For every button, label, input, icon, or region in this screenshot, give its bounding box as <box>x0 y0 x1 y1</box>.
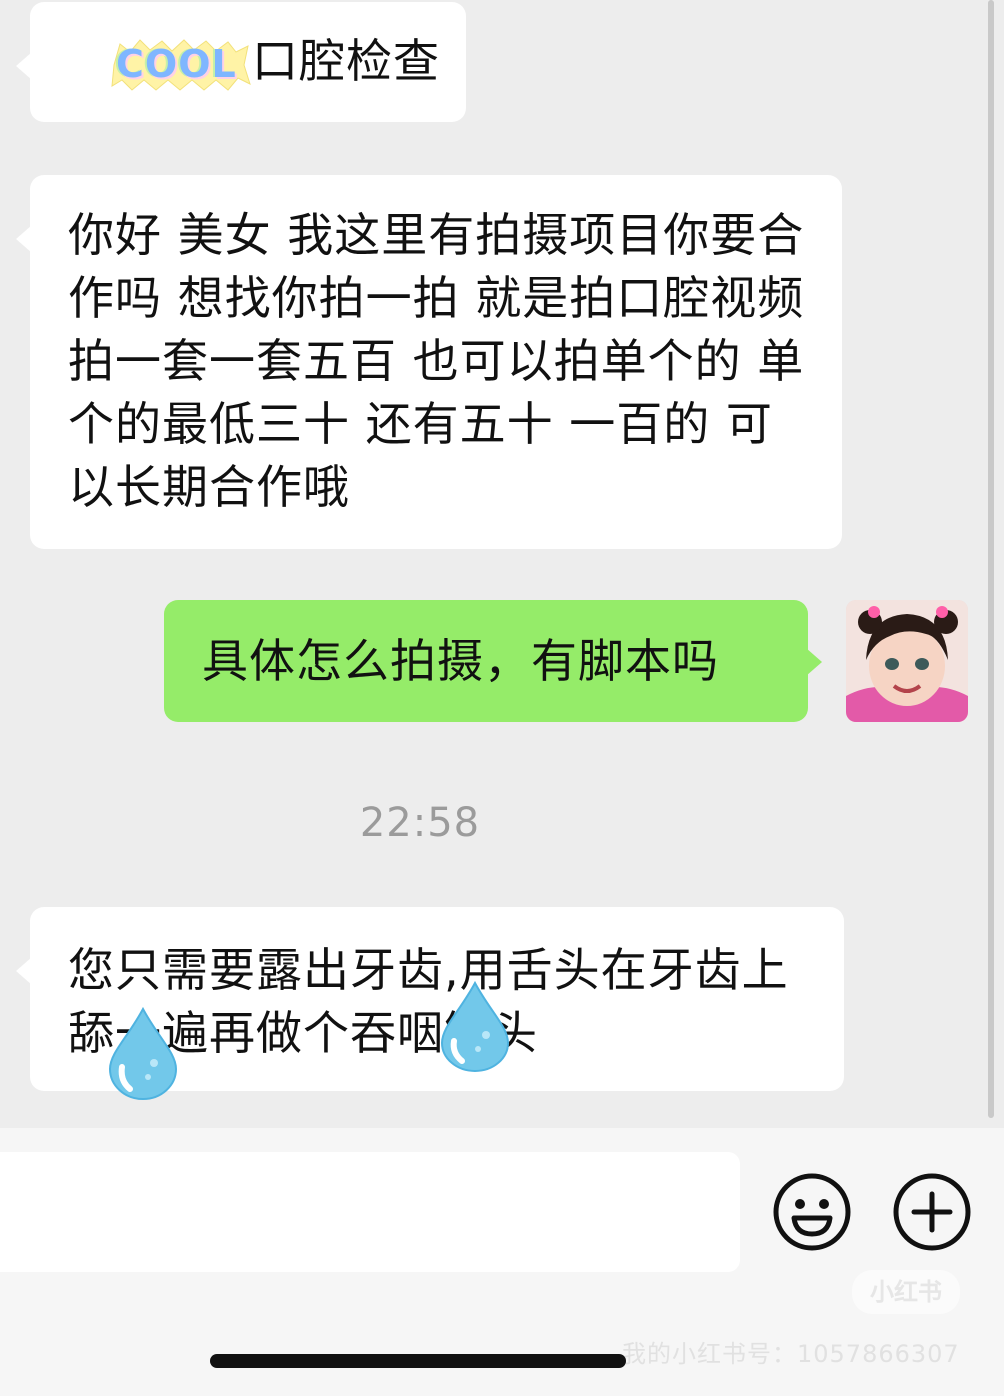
emoji-smile-icon <box>773 1173 851 1251</box>
chat-message-list[interactable]: COOL 口腔检查 你好 美女 我这里有拍摄项目你要合作吗 想找你拍一拍 就是拍… <box>0 0 1004 1128</box>
sticker-label: COOL <box>116 42 237 86</box>
avatar-photo-icon <box>846 600 968 722</box>
message-timestamp: 22:58 <box>359 800 481 846</box>
water-drop-icon <box>108 1007 178 1100</box>
water-drop-icon <box>440 981 510 1072</box>
message-text: 口腔检查 <box>252 34 440 88</box>
incoming-message-bubble[interactable]: 你好 美女 我这里有拍摄项目你要合作吗 想找你拍一拍 就是拍口腔视频拍一套一套五… <box>16 175 842 549</box>
user-avatar[interactable] <box>846 600 968 722</box>
emoji-button[interactable] <box>772 1172 852 1252</box>
plus-circle-icon <box>893 1173 971 1251</box>
incoming-message-bubble[interactable]: COOL 口腔检查 <box>16 2 466 122</box>
message-text: 具体怎么拍摄，有脚本吗 <box>202 634 719 688</box>
message-input[interactable] <box>0 1152 740 1272</box>
incoming-message-bubble[interactable]: 您只需要露出牙齿,用舌头在牙齿上舔一遍再做个吞咽镜头 <box>16 907 844 1100</box>
home-indicator[interactable] <box>210 1354 626 1368</box>
message-text: 你好 美女 我这里有拍摄项目你要合作吗 想找你拍一拍 就是拍口腔视频拍一套一套五… <box>68 208 805 514</box>
message-input-bar: 小红书 我的小红书号：1057866307 <box>0 1128 1004 1396</box>
outgoing-message-bubble[interactable]: 具体怎么拍摄，有脚本吗 <box>164 600 822 722</box>
more-options-button[interactable] <box>892 1172 972 1252</box>
watermark-logo: 小红书 <box>852 1270 960 1314</box>
watermark-account-id: 我的小红书号：1057866307 <box>622 1340 960 1368</box>
scrollbar[interactable] <box>988 0 994 1118</box>
